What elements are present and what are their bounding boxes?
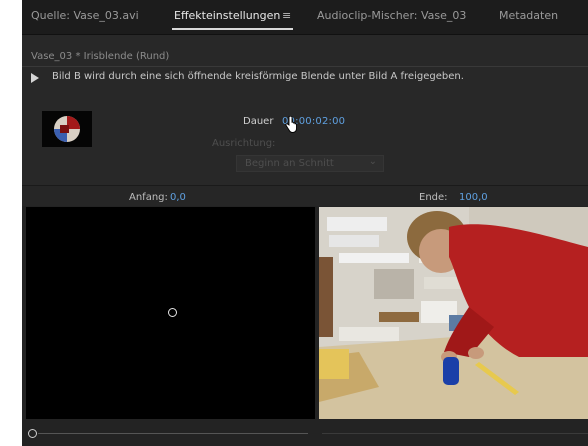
panel-tab-bar: Quelle: Vase_03.avi Effekteinstellungen … bbox=[22, 0, 588, 34]
alignment-select-value: Beginn an Schnitt bbox=[245, 158, 334, 169]
chevron-down-icon: ⌄ bbox=[368, 156, 377, 167]
divider bbox=[22, 66, 588, 67]
preview-header-bar bbox=[22, 185, 588, 206]
scroll-handle-icon[interactable] bbox=[28, 429, 37, 438]
scroll-track-line bbox=[38, 433, 308, 434]
clip-transition-title: Vase_03 * Irisblende (Rund) bbox=[31, 51, 170, 62]
panel-menu-icon[interactable]: ≡ bbox=[282, 9, 291, 22]
active-tab-indicator bbox=[172, 28, 293, 30]
start-value[interactable]: 0,0 bbox=[170, 192, 186, 203]
preview-b-end bbox=[319, 207, 588, 419]
tab-audio-clip-mixer[interactable]: Audioclip-Mischer: Vase_03 bbox=[317, 9, 466, 22]
transition-thumbnail bbox=[42, 111, 92, 147]
effect-controls-panel: Quelle: Vase_03.avi Effekteinstellungen … bbox=[22, 0, 588, 446]
preview-a-start[interactable] bbox=[26, 207, 315, 419]
tab-source[interactable]: Quelle: Vase_03.avi bbox=[31, 9, 139, 22]
tab-effect-controls[interactable]: Effekteinstellungen bbox=[174, 9, 280, 22]
end-value[interactable]: 100,0 bbox=[459, 192, 488, 203]
end-label: Ende: bbox=[419, 192, 448, 203]
hand-cursor-icon bbox=[284, 115, 298, 138]
alignment-label: Ausrichtung: bbox=[212, 138, 276, 149]
scroll-track-line-b bbox=[322, 433, 588, 434]
alignment-select[interactable]: Beginn an Schnitt ⌄ bbox=[236, 155, 384, 172]
center-point-handle-icon[interactable] bbox=[168, 308, 177, 317]
duration-label: Dauer bbox=[243, 116, 274, 127]
start-label: Anfang: bbox=[129, 192, 168, 203]
tab-metadata[interactable]: Metadaten bbox=[499, 9, 558, 22]
play-icon[interactable] bbox=[31, 73, 39, 83]
transition-description: Bild B wird durch eine sich öffnende kre… bbox=[52, 71, 464, 82]
